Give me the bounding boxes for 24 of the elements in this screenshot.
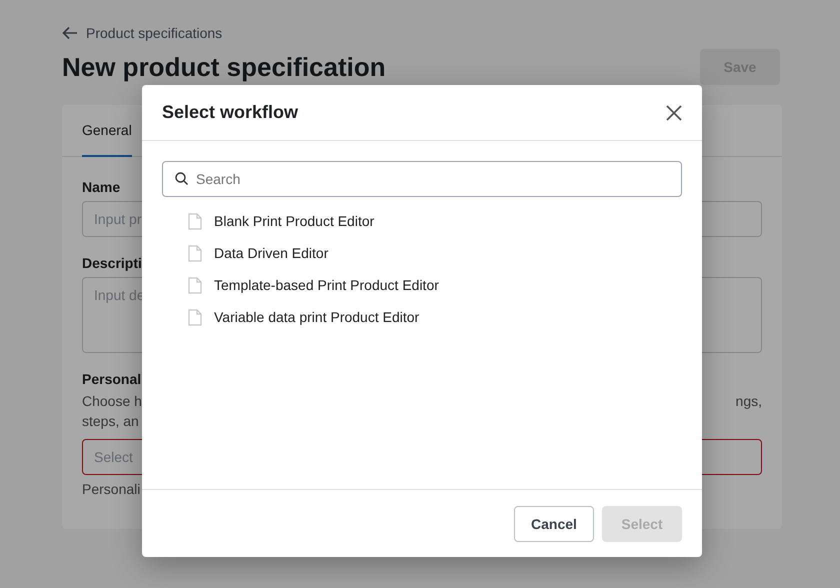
workflow-item[interactable]: Blank Print Product Editor (162, 205, 682, 237)
personalization-text: steps, an (82, 412, 140, 431)
dialog-title: Select workflow (162, 102, 298, 123)
workflow-item[interactable]: Template-based Print Product Editor (162, 269, 682, 301)
close-icon (666, 104, 682, 120)
personalization-label: Personal (82, 371, 142, 387)
document-icon (188, 244, 202, 262)
cancel-button[interactable]: Cancel (514, 506, 594, 542)
description-label: Descripti (82, 255, 143, 271)
close-button[interactable] (666, 104, 682, 120)
workflow-item[interactable]: Variable data print Product Editor (162, 301, 682, 333)
personalization-text: Choose h (82, 392, 142, 411)
search-icon (175, 172, 188, 185)
document-icon (188, 212, 202, 230)
document-icon (188, 308, 202, 326)
document-icon (188, 276, 202, 294)
workflow-item[interactable]: Data Driven Editor (162, 237, 682, 269)
search-field[interactable]: Search (162, 161, 682, 197)
back-link[interactable]: Product specifications (62, 24, 782, 42)
personalization-text: ngs, (736, 392, 762, 411)
page-title: New product specification (62, 52, 386, 82)
back-arrow-icon (62, 26, 78, 40)
helper-text: Personali (82, 480, 142, 499)
general-tab[interactable]: General (82, 105, 132, 157)
